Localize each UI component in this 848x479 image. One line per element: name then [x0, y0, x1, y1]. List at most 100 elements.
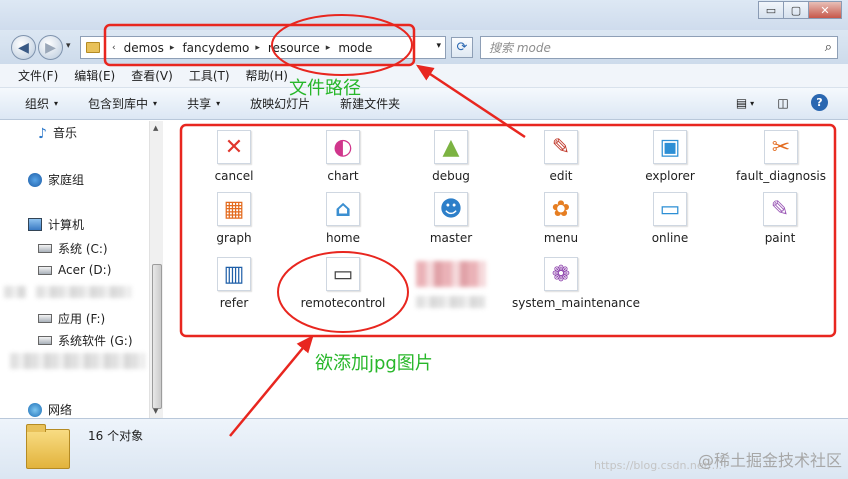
file-item[interactable]: ✿ menu — [512, 192, 610, 247]
drive-icon — [38, 336, 52, 345]
file-item[interactable]: ▥ refer — [185, 257, 283, 312]
redacted-file — [416, 261, 486, 287]
redacted-file — [416, 296, 486, 308]
back-button[interactable]: ◀ — [11, 35, 36, 60]
maximize-button[interactable]: ▢ — [783, 1, 809, 19]
menu-file[interactable]: 文件(F) — [18, 67, 58, 84]
search-icon[interactable]: ⌕ — [825, 40, 832, 55]
title-bar: ▭ ▢ ✕ — [0, 0, 848, 30]
file-item[interactable]: ✎ paint — [731, 192, 829, 247]
chart-icon: ◐ — [326, 130, 360, 164]
file-name: chart — [327, 169, 359, 183]
file-item[interactable]: ☻ master — [402, 192, 500, 247]
nav-item-music[interactable]: ♪ 音乐 — [38, 124, 77, 142]
watermark: @稀土掘金技术社区 — [697, 451, 842, 470]
breadcrumb-separator[interactable]: ▸ — [170, 43, 175, 53]
menu-help[interactable]: 帮助(H) — [246, 67, 288, 84]
folder-icon — [86, 42, 100, 53]
menu-bar: 文件(F) 编辑(E) 查看(V) 工具(T) 帮助(H) — [0, 64, 848, 88]
chevron-down-icon: ▾ — [216, 99, 221, 108]
nav-item-label: 家庭组 — [48, 173, 85, 187]
file-item[interactable]: ▲ debug — [402, 130, 500, 185]
file-item[interactable]: ✕ cancel — [185, 130, 283, 185]
address-bar[interactable]: ‹ demos ▸ fancydemo ▸ resource ▸ mode ▾ — [80, 36, 446, 59]
nav-item-drive-f[interactable]: 应用 (F:) — [38, 310, 105, 327]
music-icon: ♪ — [38, 126, 47, 142]
scroll-thumb[interactable] — [152, 264, 162, 409]
breadcrumb-overflow[interactable]: ‹ — [112, 43, 116, 53]
menu-icon: ✿ — [544, 192, 578, 226]
file-item[interactable]: ▣ explorer — [621, 130, 719, 185]
file-name: debug — [432, 169, 470, 183]
file-name: menu — [543, 231, 579, 245]
refresh-button[interactable]: ⟳ — [451, 37, 473, 58]
nav-item-label: 系统 (C:) — [58, 242, 108, 256]
breadcrumb-demos[interactable]: demos — [124, 41, 164, 55]
nav-item-label: 音乐 — [52, 126, 77, 140]
address-dropdown-icon[interactable]: ▾ — [436, 41, 441, 51]
folder-icon — [26, 424, 70, 469]
view-options-button[interactable]: ▤ ▾ — [735, 94, 755, 112]
redacted-item — [4, 286, 26, 298]
breadcrumb-resource[interactable]: resource — [268, 41, 320, 55]
file-name: remotecontrol — [300, 296, 386, 310]
file-item[interactable]: ❁ system_maintenance — [512, 257, 640, 312]
breadcrumb-fancydemo[interactable]: fancydemo — [182, 41, 249, 55]
organize-button[interactable]: 组织 ▾ — [25, 95, 58, 112]
file-name: system_maintenance — [512, 296, 640, 310]
system-maintenance-icon: ❁ — [544, 257, 578, 291]
file-item[interactable]: ▭ online — [621, 192, 719, 247]
file-item[interactable]: ▦ graph — [185, 192, 283, 247]
include-in-library-button[interactable]: 包含到库中 ▾ — [88, 95, 157, 112]
menu-view[interactable]: 查看(V) — [131, 67, 173, 84]
file-item[interactable]: ✂ fault_diagnosis — [726, 130, 836, 185]
menu-tools[interactable]: 工具(T) — [189, 67, 230, 84]
preview-pane-icon: ◫ — [777, 96, 789, 110]
breadcrumb-separator[interactable]: ▸ — [255, 43, 260, 53]
debug-icon: ▲ — [434, 130, 468, 164]
navigation-pane: ♪ 音乐 家庭组 计算机 系统 (C:) Acer (D:) 应用 (F:) 系… — [0, 121, 163, 418]
file-item[interactable]: ▭ remotecontrol — [290, 257, 396, 312]
file-item[interactable]: ⌂ home — [294, 192, 392, 247]
add-annotation-label: 欲添加jpg图片 — [315, 353, 433, 374]
file-item[interactable]: ◐ chart — [294, 130, 392, 185]
breadcrumb-mode[interactable]: mode — [338, 41, 372, 55]
menu-edit[interactable]: 编辑(E) — [74, 67, 115, 84]
drive-icon — [38, 265, 52, 275]
forward-button[interactable]: ▶ — [38, 35, 63, 60]
recent-pages-dropdown[interactable]: ▾ — [66, 41, 71, 51]
help-button[interactable]: ? — [811, 94, 828, 111]
item-count: 16 个对象 — [88, 429, 144, 443]
nav-item-homegroup[interactable]: 家庭组 — [28, 171, 84, 188]
search-input[interactable]: 搜索 mode ⌕ — [480, 36, 838, 59]
minimize-button[interactable]: ▭ — [758, 1, 784, 19]
network-icon — [28, 402, 42, 417]
preview-pane-button[interactable]: ◫ — [773, 94, 793, 112]
file-name: home — [325, 231, 361, 245]
file-name: explorer — [645, 169, 695, 183]
include-in-library-label: 包含到库中 — [88, 97, 149, 111]
breadcrumb-separator[interactable]: ▸ — [326, 43, 331, 53]
path-annotation-label: 文件路径 — [289, 78, 361, 99]
monitor-icon: ▭ — [653, 192, 687, 226]
share-button[interactable]: 共享 ▾ — [187, 95, 220, 112]
command-bar: 组织 ▾ 包含到库中 ▾ 共享 ▾ 放映幻灯片 新建文件夹 ▤ ▾ ◫ ? — [0, 88, 848, 120]
chevron-down-icon: ▾ — [153, 99, 158, 108]
nav-item-drive-d[interactable]: Acer (D:) — [38, 263, 111, 277]
redacted-item — [10, 353, 145, 369]
edit-icon: ✎ — [544, 130, 578, 164]
close-button[interactable]: ✕ — [808, 1, 842, 19]
file-name: graph — [216, 231, 252, 245]
file-name: edit — [549, 169, 573, 183]
navigation-scrollbar[interactable]: ▲ ▼ — [149, 121, 163, 418]
tools-icon: ✂ — [764, 130, 798, 164]
nav-item-network[interactable]: 网络 — [28, 401, 72, 418]
scroll-down-icon[interactable]: ▼ — [153, 407, 158, 415]
nav-item-drive-c[interactable]: 系统 (C:) — [38, 240, 108, 257]
file-item[interactable]: ✎ edit — [512, 130, 610, 185]
nav-item-computer[interactable]: 计算机 — [28, 216, 84, 233]
file-name: master — [429, 231, 473, 245]
nav-item-label: 系统软件 (G:) — [58, 334, 133, 348]
scroll-up-icon[interactable]: ▲ — [153, 124, 158, 132]
nav-item-drive-g[interactable]: 系统软件 (G:) — [38, 332, 133, 349]
